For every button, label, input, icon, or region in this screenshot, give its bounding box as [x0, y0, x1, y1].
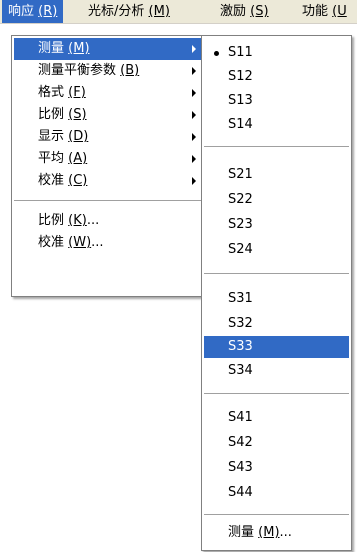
- submenu-item-accel: (M): [258, 525, 280, 540]
- submenu-arrow-icon: [192, 133, 196, 141]
- submenu-item-label: S43: [228, 460, 253, 475]
- menu-item-measure[interactable]: 测量 (M): [14, 38, 204, 60]
- menu-item-scale-dialog[interactable]: 比例 (K)...: [14, 210, 204, 232]
- submenu-item-label: S32: [228, 316, 253, 331]
- submenu-item-label: S44: [228, 485, 253, 500]
- menu-cursor-analysis-label: 光标/分析: [88, 4, 145, 19]
- menu-item-label: 测量平衡参数: [38, 63, 117, 78]
- menu-item-accel: (K): [68, 213, 87, 228]
- submenu-item-s24[interactable]: S24: [204, 239, 349, 261]
- menu-item-label: 显示: [38, 129, 65, 144]
- submenu-item-label: S41: [228, 410, 253, 425]
- menu-item-accel: (W): [68, 235, 92, 250]
- menu-cursor-analysis[interactable]: 光标/分析 (M): [82, 0, 176, 23]
- submenu-item-label: S12: [228, 69, 253, 84]
- menu-item-ellipsis: ...: [91, 235, 104, 250]
- menu-item-label: 平均: [38, 151, 65, 166]
- submenu-arrow-icon: [192, 111, 196, 119]
- submenu-item-s41[interactable]: S41: [204, 407, 349, 429]
- submenu-item-s31[interactable]: S31: [204, 288, 349, 310]
- menu-bar: 响应 (R) 光标/分析 (M) 激励 (S) 功能 (U: [0, 0, 357, 24]
- menu-item-label: 校准: [38, 235, 65, 250]
- submenu-item-label: S22: [228, 192, 253, 207]
- menu-stimulus-label: 激励: [220, 4, 247, 19]
- menu-item-calibrate-dialog[interactable]: 校准 (W)...: [14, 232, 204, 254]
- submenu-item-label: S11: [228, 45, 253, 60]
- submenu-item-s12[interactable]: S12: [204, 66, 349, 88]
- submenu-item-label: 测量: [228, 525, 255, 540]
- selected-bullet-icon: [214, 51, 219, 56]
- menu-item-label: 测量: [38, 41, 65, 56]
- submenu-item-s34[interactable]: S34: [204, 360, 349, 382]
- measure-submenu: S11 S12 S13 S14 S21 S22 S23 S24 S31 S32 …: [201, 35, 352, 551]
- submenu-item-s23[interactable]: S23: [204, 214, 349, 236]
- submenu-arrow-icon: [192, 89, 196, 97]
- submenu-item-ellipsis: ...: [279, 525, 292, 540]
- submenu-item-label: S34: [228, 363, 253, 378]
- menu-item-scale[interactable]: 比例 (S): [14, 104, 204, 126]
- menu-separator: [204, 146, 349, 148]
- menu-item-display[interactable]: 显示 (D): [14, 126, 204, 148]
- menu-response[interactable]: 响应 (R): [2, 0, 64, 23]
- menu-separator: [204, 393, 349, 395]
- submenu-item-label: S13: [228, 93, 253, 108]
- submenu-item-s33[interactable]: S33: [204, 336, 349, 358]
- submenu-arrow-icon: [192, 67, 196, 75]
- menu-separator: [204, 273, 349, 275]
- menu-function-label: 功能: [302, 4, 329, 19]
- menu-separator: [204, 514, 349, 516]
- menu-item-accel: (F): [68, 85, 86, 100]
- menu-item-accel: (S): [68, 107, 87, 122]
- menu-item-label: 格式: [38, 85, 65, 100]
- submenu-item-label: S14: [228, 117, 253, 132]
- menu-separator: [14, 200, 204, 202]
- menu-item-average[interactable]: 平均 (A): [14, 148, 204, 170]
- submenu-item-label: S42: [228, 435, 253, 450]
- menu-item-accel: (D): [68, 129, 89, 144]
- menu-response-accel: (R): [38, 4, 58, 19]
- menu-item-accel: (C): [68, 173, 88, 188]
- menu-item-calibrate[interactable]: 校准 (C): [14, 170, 204, 192]
- menu-stimulus-accel: (S): [250, 4, 269, 19]
- menu-stimulus[interactable]: 激励 (S): [214, 0, 275, 23]
- submenu-item-s44[interactable]: S44: [204, 482, 349, 504]
- menu-item-label: 比例: [38, 107, 65, 122]
- submenu-arrow-icon: [192, 45, 196, 53]
- menu-item-label: 校准: [38, 173, 65, 188]
- submenu-item-s32[interactable]: S32: [204, 313, 349, 335]
- submenu-item-label: S21: [228, 167, 253, 182]
- menu-function[interactable]: 功能 (U: [296, 0, 353, 23]
- menu-item-label: 比例: [38, 213, 65, 228]
- submenu-arrow-icon: [192, 155, 196, 163]
- submenu-item-s21[interactable]: S21: [204, 164, 349, 186]
- submenu-item-label: S33: [228, 339, 253, 354]
- response-menu: 测量 (M) 测量平衡参数 (B) 格式 (F) 比例 (S) 显示 (D) 平…: [11, 35, 207, 297]
- submenu-item-s11[interactable]: S11: [204, 42, 349, 64]
- submenu-item-s14[interactable]: S14: [204, 114, 349, 136]
- menu-item-ellipsis: ...: [86, 213, 100, 228]
- submenu-item-label: S31: [228, 291, 253, 306]
- submenu-item-label: S23: [228, 217, 253, 232]
- submenu-item-measure-dialog[interactable]: 测量 (M)...: [204, 522, 349, 544]
- submenu-item-s43[interactable]: S43: [204, 457, 349, 479]
- submenu-item-s13[interactable]: S13: [204, 90, 349, 112]
- submenu-arrow-icon: [192, 177, 196, 185]
- menu-item-accel: (M): [68, 41, 90, 56]
- menu-item-accel: (A): [68, 151, 88, 166]
- menu-function-accel: (U: [332, 4, 347, 19]
- submenu-item-s22[interactable]: S22: [204, 189, 349, 211]
- menu-cursor-analysis-accel: (M): [148, 4, 170, 19]
- menu-item-format[interactable]: 格式 (F): [14, 82, 204, 104]
- submenu-item-label: S24: [228, 242, 253, 257]
- menu-response-label: 响应: [8, 4, 35, 19]
- menu-item-accel: (B): [120, 63, 140, 78]
- menu-item-measure-balanced[interactable]: 测量平衡参数 (B): [14, 60, 204, 82]
- submenu-item-s42[interactable]: S42: [204, 432, 349, 454]
